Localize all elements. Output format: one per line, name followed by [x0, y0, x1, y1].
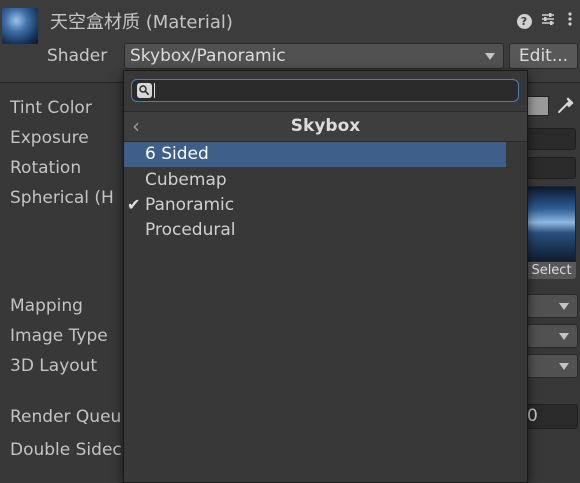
double-sided-label: Double Sidec — [10, 440, 122, 460]
search-input[interactable] — [131, 79, 519, 102]
shader-dropdown[interactable]: Skybox/Panoramic — [124, 43, 504, 69]
menu-item-procedural[interactable]: Procedural — [124, 218, 506, 243]
shader-label: Shader — [47, 46, 108, 66]
menu-item-label: Cubemap — [145, 170, 227, 190]
search-icon — [137, 83, 152, 98]
spherical-label: Spherical (H — [10, 188, 114, 208]
chevron-down-icon — [559, 303, 569, 310]
render-queue-label: Render Queu — [10, 407, 122, 427]
popup-title: Skybox — [290, 116, 361, 136]
exposure-field[interactable] — [527, 128, 576, 150]
spherical-texture-preview[interactable] — [527, 186, 576, 262]
exposure-label: Exposure — [10, 128, 89, 148]
edit-shader-button[interactable]: Edit... — [509, 43, 578, 69]
menu-item-cubemap[interactable]: Cubemap — [124, 168, 506, 193]
render-queue-value: 0 — [527, 406, 538, 426]
popup-header: ‹ Skybox — [124, 111, 527, 142]
menu-item-label: 6 Sided — [145, 144, 209, 164]
shader-value: Skybox/Panoramic — [130, 46, 286, 66]
chevron-down-icon — [559, 363, 569, 370]
3d-layout-dropdown[interactable] — [527, 354, 578, 378]
tint-color-swatch[interactable] — [527, 96, 549, 116]
more-icon[interactable] — [561, 11, 579, 29]
checkmark-icon: ✔ — [127, 195, 141, 214]
image-type-label: Image Type — [10, 326, 108, 346]
help-icon[interactable]: ? — [515, 11, 533, 29]
menu-item-6-sided[interactable]: 6 Sided — [124, 142, 506, 167]
chevron-down-icon — [485, 53, 495, 60]
render-queue-field[interactable]: 0 — [527, 404, 578, 429]
mapping-label: Mapping — [10, 296, 83, 316]
menu-item-panoramic[interactable]: ✔ Panoramic — [124, 193, 506, 218]
eyedropper-icon[interactable] — [554, 95, 576, 117]
rotation-label: Rotation — [10, 158, 82, 178]
material-title: 天空盒材质 (Material) — [50, 12, 233, 33]
image-type-dropdown[interactable] — [527, 324, 578, 348]
3d-layout-label: 3D Layout — [10, 356, 98, 376]
texture-select-button[interactable]: Select — [527, 262, 576, 279]
menu-item-label: Panoramic — [145, 195, 235, 215]
menu-item-label: Procedural — [145, 220, 236, 240]
shader-popup: ‹ Skybox 6 Sided Cubemap ✔ Panoramic Pro… — [123, 70, 528, 483]
mapping-dropdown[interactable] — [527, 294, 578, 318]
rotation-field[interactable] — [527, 157, 576, 179]
chevron-down-icon — [559, 333, 569, 340]
material-thumbnail — [2, 8, 38, 44]
preset-icon[interactable] — [539, 11, 557, 29]
tint-color-label: Tint Color — [10, 98, 92, 118]
text-caret — [154, 83, 155, 98]
